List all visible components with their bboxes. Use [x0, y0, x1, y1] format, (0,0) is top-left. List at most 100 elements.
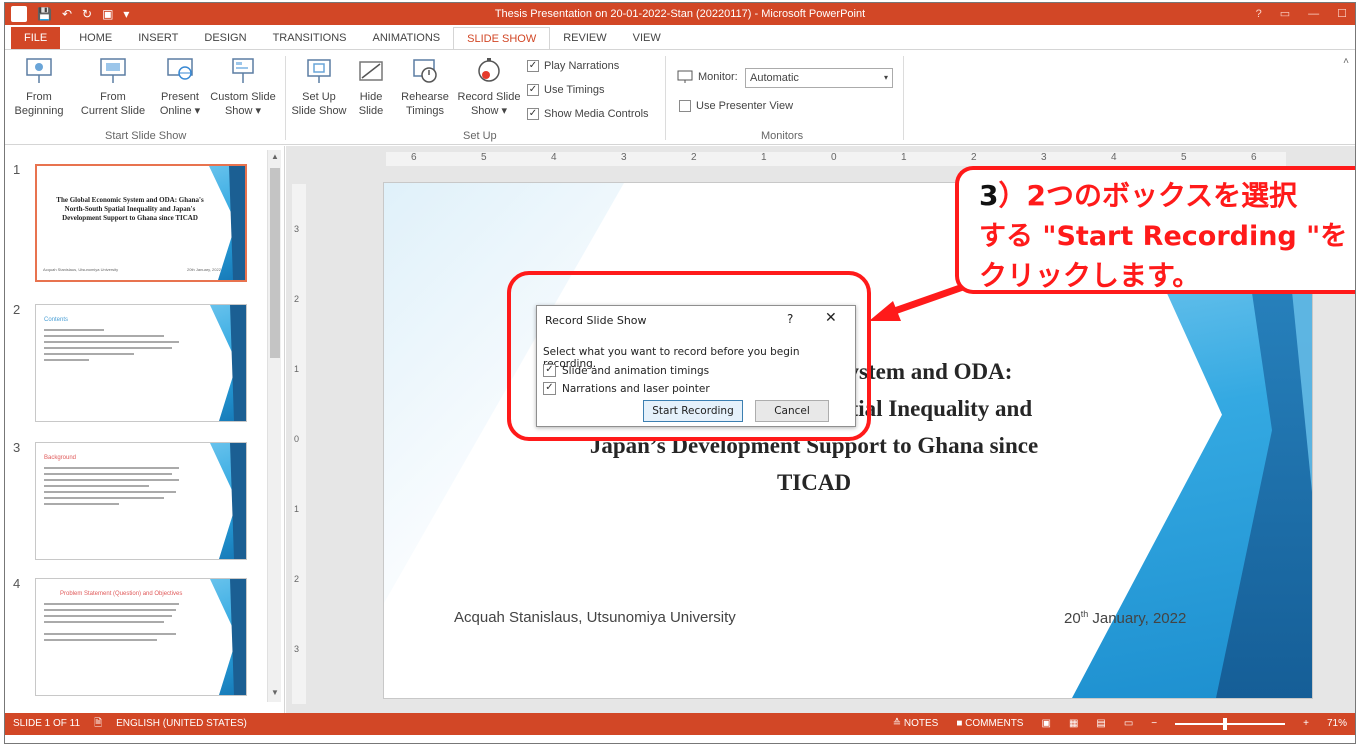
slide-show-icon[interactable]: ▭ [1124, 713, 1133, 735]
checkbox-checked-icon: ✓ [527, 84, 539, 96]
collapse-ribbon-icon[interactable]: ˄ [1343, 56, 1349, 67]
slide-number: 3 [13, 440, 21, 455]
stopwatch-screen-icon [413, 59, 437, 83]
zoom-slider[interactable] [1175, 718, 1286, 730]
slide-author[interactable]: Acquah Stanislaus, Utsunomiya University [454, 609, 736, 626]
group-label-start-slide-show: Start Slide Show [105, 130, 187, 142]
rehearse-timings-button[interactable]: Rehearse Timings [399, 56, 451, 118]
thumb-text-lines [44, 467, 194, 509]
callout-line-3: クリックします。 [979, 259, 1201, 292]
normal-view-icon[interactable]: ▣ [1041, 713, 1050, 735]
status-right: ≙ NOTES ■ COMMENTS ▣ ▦ ▤ ▭ − + 71% [893, 713, 1347, 735]
setup-screen-icon [307, 59, 331, 83]
ruler-tick: 5 [1181, 152, 1187, 163]
help-icon[interactable]: ? [1256, 3, 1262, 25]
minimize-icon[interactable]: — [1308, 3, 1319, 25]
scroll-up-icon[interactable]: ▲ [270, 152, 280, 164]
tab-animations[interactable]: ANIMATIONS [360, 27, 454, 49]
maximize-icon[interactable]: ☐ [1337, 3, 1347, 25]
slide-thumbnail-3[interactable]: Background [35, 442, 247, 560]
thumbnail-scrollbar[interactable]: ▲ ▼ [267, 150, 281, 702]
ruler-tick: 2 [294, 574, 300, 584]
record-slide-show-button[interactable]: Record Slide Show ▾ [453, 56, 525, 118]
show-media-controls-checkbox[interactable]: ✓ Show Media Controls [527, 108, 649, 120]
ribbon-separator [903, 56, 904, 140]
tab-transitions[interactable]: TRANSITIONS [260, 27, 360, 49]
play-narrations-checkbox[interactable]: ✓ Play Narrations [527, 60, 619, 72]
window-title: Thesis Presentation on 20-01-2022-Stan (… [494, 8, 866, 20]
tab-file[interactable]: FILE [11, 27, 61, 49]
thumb-heading: Problem Statement (Question) and Objecti… [60, 591, 183, 597]
globe-screen-icon [167, 58, 193, 80]
vertical-ruler: 3 2 1 0 1 2 3 [292, 184, 306, 704]
monitor-icon [677, 70, 693, 83]
slide-number: 1 [13, 162, 21, 177]
tab-view[interactable]: VIEW [620, 27, 674, 49]
status-left: SLIDE 1 OF 11 🗎 ENGLISH (UNITED STATES) [13, 713, 247, 735]
ribbon-display-icon[interactable]: ▭ [1280, 3, 1290, 25]
ruler-tick: 4 [1111, 152, 1117, 163]
callout-step-number: 3 [979, 179, 999, 212]
from-current-slide-button[interactable]: From Current Slide [73, 56, 153, 118]
record-stopwatch-icon [478, 58, 500, 82]
scrollbar-thumb[interactable] [270, 168, 280, 358]
zoom-in-icon[interactable]: + [1303, 713, 1309, 735]
thumb-text-lines [44, 329, 194, 365]
ruler-tick: 0 [294, 434, 300, 444]
tab-home[interactable]: HOME [66, 27, 125, 49]
ribbon-separator [665, 56, 666, 140]
zoom-slider-knob[interactable] [1223, 718, 1228, 730]
use-timings-checkbox[interactable]: ✓ Use Timings [527, 84, 605, 96]
checkbox-unchecked-icon [679, 100, 691, 112]
slide-date[interactable]: 20th January, 2022 [1064, 609, 1186, 627]
tab-slide-show[interactable]: SLIDE SHOW [453, 27, 551, 49]
tab-insert[interactable]: INSERT [125, 27, 191, 49]
slide-thumbnail-pane: 1 The Global Economic System and ODA: Gh… [5, 146, 285, 713]
tab-design[interactable]: DESIGN [191, 27, 259, 49]
slide-sorter-icon[interactable]: ▦ [1069, 713, 1078, 735]
taskbar-strip [5, 735, 1355, 743]
checkbox-checked-icon: ✓ [527, 60, 539, 72]
scroll-down-icon[interactable]: ▼ [270, 688, 280, 700]
hide-slide-button[interactable]: Hide Slide [351, 56, 391, 118]
date-rest: January, 2022 [1088, 610, 1187, 627]
instruction-callout: 3）2つのボックスを選択 する "Start Recording "を クリック… [955, 166, 1355, 294]
slide-thumbnail-2[interactable]: Contents [35, 304, 247, 422]
highlight-box [507, 271, 871, 441]
from-beginning-button[interactable]: From Beginning [7, 56, 71, 118]
ribbon: From Beginning From Current Slide Presen… [5, 49, 1355, 145]
zoom-out-icon[interactable]: − [1151, 713, 1157, 735]
zoom-level[interactable]: 71% [1327, 713, 1347, 735]
monitor-dropdown[interactable]: Automatic ▾ [745, 68, 893, 88]
thumb-heading: Background [44, 455, 77, 461]
ruler-tick: 5 [481, 152, 487, 163]
thumb-footer-right: 20th January, 2022 [187, 267, 221, 272]
ruler-tick: 2 [971, 152, 977, 163]
horizontal-ruler: 6 5 4 3 2 1 0 1 2 3 4 5 6 [386, 152, 1286, 166]
present-online-button[interactable]: Present Online ▾ [155, 56, 205, 118]
slide-number: 4 [13, 576, 21, 591]
language[interactable]: ENGLISH (UNITED STATES) [116, 713, 247, 735]
ruler-tick: 6 [411, 152, 417, 163]
ribbon-separator [285, 56, 286, 140]
notes-button[interactable]: ≙ NOTES [893, 713, 939, 735]
thumb-title: The Global Economic System and ODA: Ghan… [56, 196, 204, 222]
comments-button[interactable]: ■ COMMENTS [956, 713, 1023, 735]
ruler-tick: 3 [621, 152, 627, 163]
slide-thumbnail-4[interactable]: Problem Statement (Question) and Objecti… [35, 578, 247, 696]
ruler-tick: 1 [294, 364, 300, 374]
date-day: 20 [1064, 610, 1081, 627]
ruler-tick: 1 [761, 152, 767, 163]
use-presenter-view-checkbox[interactable]: Use Presenter View [679, 100, 793, 112]
reading-view-icon[interactable]: ▤ [1096, 713, 1105, 735]
arrow-icon [869, 283, 965, 321]
callout-text: ）2つのボックスを選択 [998, 179, 1298, 212]
custom-slide-show-button[interactable]: Custom Slide Show ▾ [205, 56, 281, 118]
spell-check-icon[interactable]: 🗎 [94, 713, 102, 735]
slide-thumbnail-1[interactable]: The Global Economic System and ODA: Ghan… [35, 164, 247, 282]
custom-show-icon [232, 58, 254, 83]
tab-review[interactable]: REVIEW [550, 27, 619, 49]
callout-line-2: する "Start Recording "を [979, 221, 1348, 252]
set-up-slide-show-button[interactable]: Set Up Slide Show [289, 56, 349, 118]
ruler-tick: 3 [1041, 152, 1047, 163]
